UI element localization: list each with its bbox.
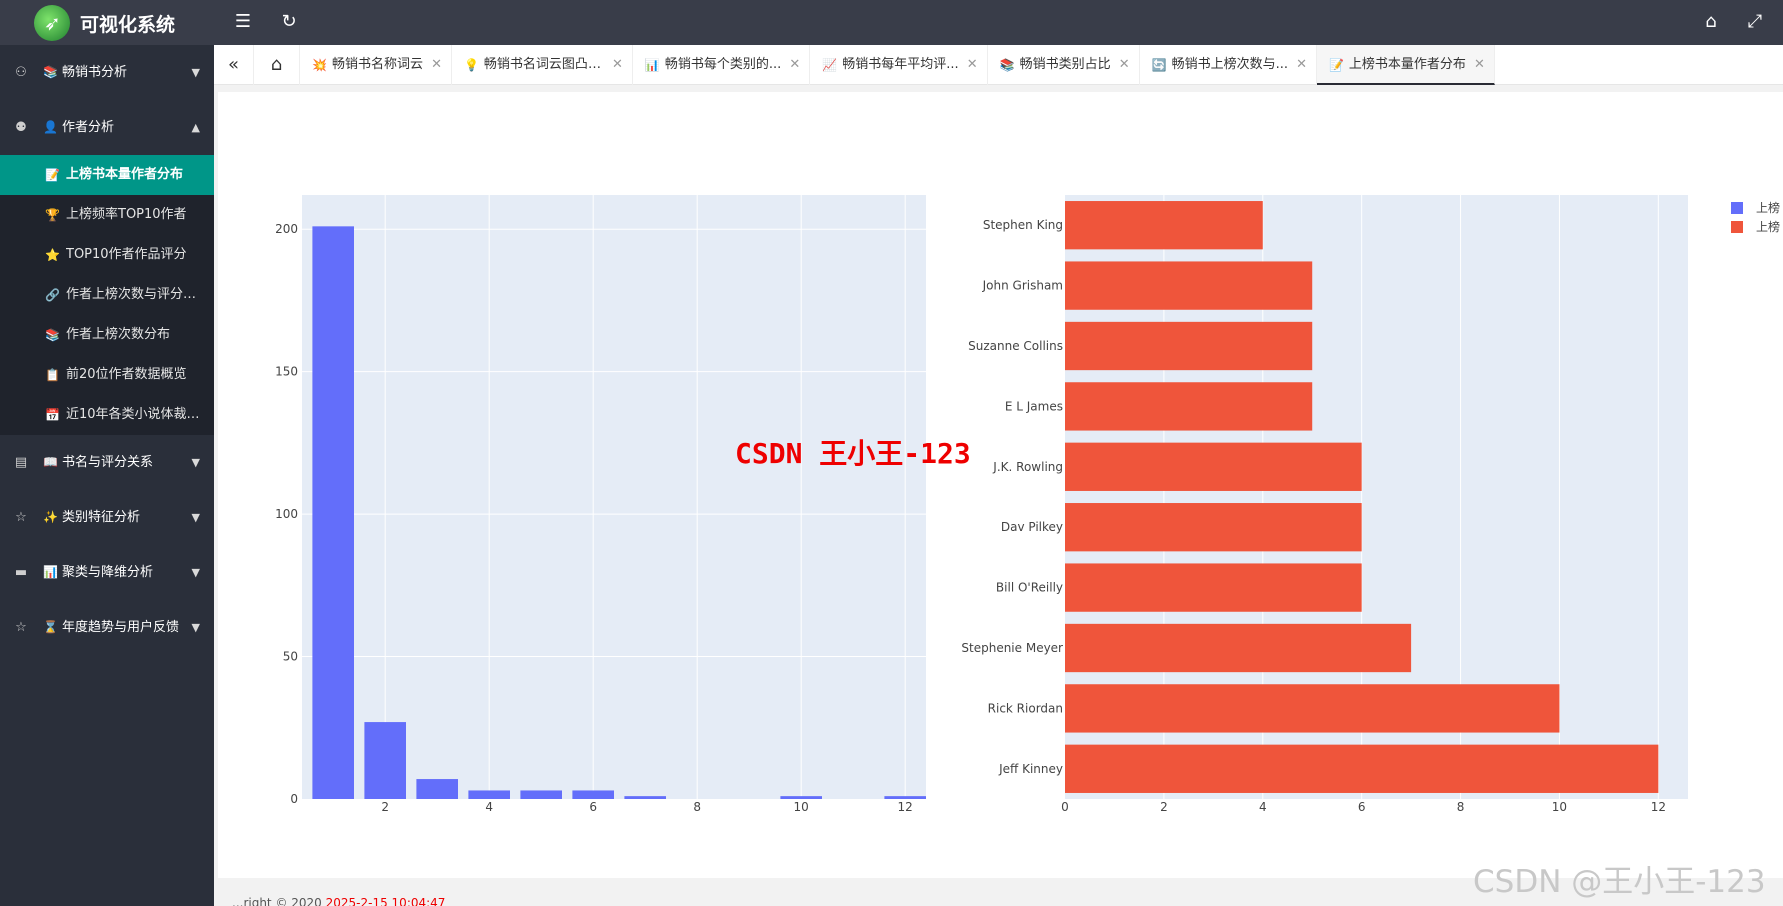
y-tick-label: 100 bbox=[275, 507, 298, 521]
x-tick-label: 4 bbox=[1259, 800, 1267, 814]
bar bbox=[1065, 684, 1560, 733]
x-tick-label: 0 bbox=[1061, 800, 1069, 814]
y-tick-label: Stephenie Meyer bbox=[961, 641, 1063, 655]
x-tick-label: 10 bbox=[1552, 800, 1567, 814]
x-tick-label: 6 bbox=[589, 800, 597, 814]
bar bbox=[1065, 442, 1362, 491]
y-tick-label: 150 bbox=[275, 365, 298, 379]
bar bbox=[364, 722, 406, 799]
bar bbox=[1065, 261, 1313, 310]
y-tick-label: Stephen King bbox=[983, 218, 1063, 232]
x-tick-label: 10 bbox=[794, 800, 809, 814]
legend-swatch bbox=[1731, 221, 1743, 233]
legend-swatch bbox=[1731, 202, 1743, 214]
bar bbox=[1065, 563, 1362, 612]
footer: ...right © 2020 2025-2-15 10:04:47 bbox=[232, 896, 445, 906]
legend-label: 上榜 bbox=[1756, 219, 1780, 234]
bar bbox=[520, 790, 562, 799]
bar bbox=[1065, 321, 1313, 371]
app-root: ➶ 可视化系统 ☰ ↻ ⌂ ⤢ ⚇ 📚 畅销书分析 ▼ ⚉ 👤 作者分析 ▲ 📝… bbox=[0, 0, 1783, 906]
plot-area-left bbox=[302, 195, 926, 799]
legend-label: 上榜 bbox=[1756, 200, 1780, 215]
y-tick-label: 200 bbox=[275, 222, 298, 236]
x-tick-label: 12 bbox=[1651, 800, 1666, 814]
x-tick-label: 8 bbox=[1457, 800, 1465, 814]
footer-timestamp: 2025-2-15 10:04:47 bbox=[325, 896, 446, 906]
y-tick-label: Bill O'Reilly bbox=[996, 581, 1063, 595]
bar bbox=[624, 796, 666, 799]
watermark-center: CSDN 王小王-123 bbox=[735, 437, 971, 470]
bar bbox=[468, 790, 510, 799]
bar bbox=[416, 779, 458, 799]
watermark-corner: CSDN @王小王-123 bbox=[1473, 864, 1766, 900]
bar bbox=[312, 226, 354, 800]
y-tick-label: Rick Riordan bbox=[988, 701, 1063, 715]
bar bbox=[1065, 382, 1313, 431]
y-tick-label: J.K. Rowling bbox=[992, 460, 1063, 474]
bar bbox=[1065, 201, 1263, 250]
bar bbox=[1065, 623, 1412, 673]
bar bbox=[780, 796, 822, 799]
y-tick-label: 0 bbox=[290, 792, 298, 806]
x-tick-label: 2 bbox=[381, 800, 389, 814]
y-tick-label: Jeff Kinney bbox=[998, 762, 1063, 776]
x-tick-label: 6 bbox=[1358, 800, 1366, 814]
bar bbox=[1065, 744, 1659, 793]
x-tick-label: 4 bbox=[485, 800, 493, 814]
footer-copyright: ...right © 2020 bbox=[232, 896, 326, 906]
y-tick-label: E L James bbox=[1005, 399, 1063, 413]
x-tick-label: 2 bbox=[1160, 800, 1168, 814]
y-tick-label: 50 bbox=[283, 650, 298, 664]
bar bbox=[572, 790, 614, 799]
y-tick-label: John Grisham bbox=[982, 279, 1063, 293]
bar bbox=[1065, 503, 1362, 552]
y-tick-label: Dav Pilkey bbox=[1001, 520, 1063, 534]
y-tick-label: Suzanne Collins bbox=[968, 339, 1063, 353]
x-tick-label: 8 bbox=[693, 800, 701, 814]
x-tick-label: 12 bbox=[898, 800, 913, 814]
bar bbox=[884, 796, 926, 799]
